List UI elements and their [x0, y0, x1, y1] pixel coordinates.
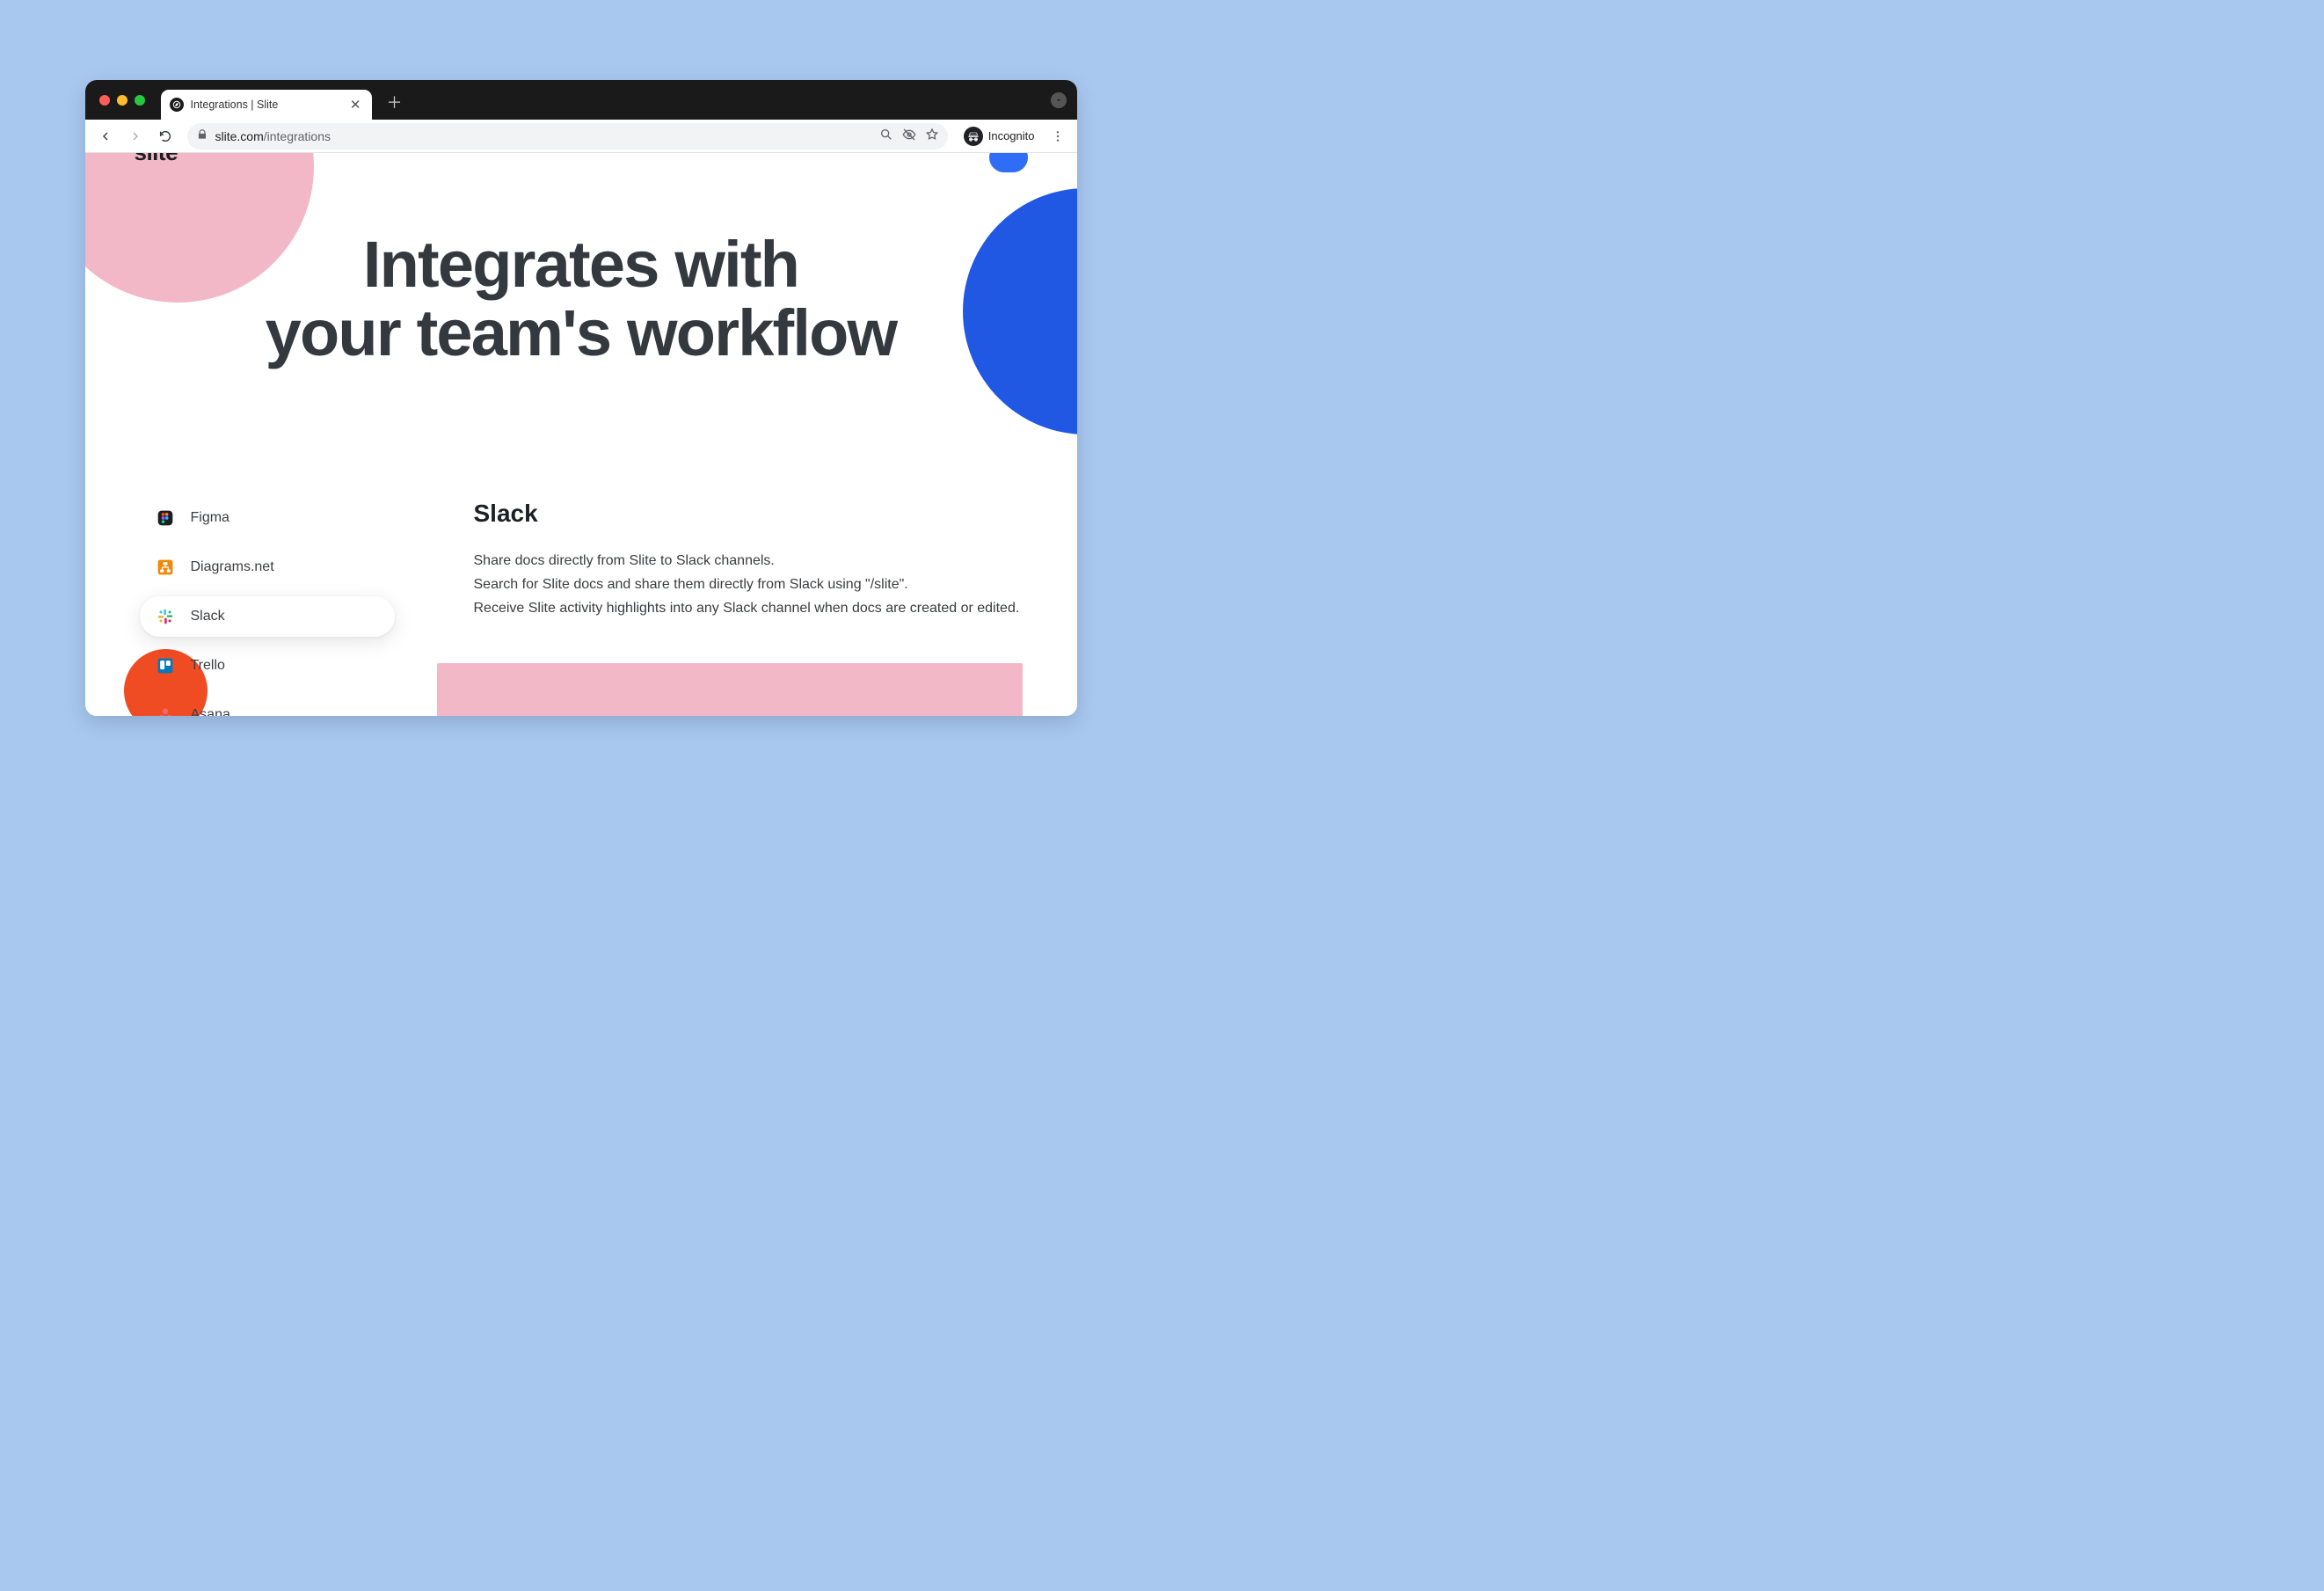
new-tab-button[interactable]: ＋: [384, 91, 405, 113]
page-viewport: slite Integrates with your team's workfl…: [85, 153, 1077, 716]
incognito-indicator[interactable]: Incognito: [957, 123, 1042, 150]
hero-line-1: Integrates with: [363, 228, 798, 301]
integration-label: Asana: [191, 707, 230, 716]
integration-detail-line: Receive Slite activity highlights into a…: [474, 598, 1023, 620]
asana-icon: [156, 705, 175, 716]
compass-icon: [170, 98, 184, 112]
hero-title: Integrates with your team's workflow: [85, 230, 1077, 367]
reload-button[interactable]: [152, 123, 178, 150]
tab-title: Integrations | Slite: [191, 99, 341, 111]
tab-strip: Integrations | Slite ✕ ＋: [85, 80, 1077, 120]
integration-item-asana[interactable]: Asana: [140, 695, 395, 716]
trello-icon: [156, 656, 175, 675]
incognito-icon: [964, 127, 983, 146]
integrations-list: Figma Diagrams.net: [140, 494, 395, 716]
integration-label: Slack: [191, 609, 225, 624]
incognito-label: Incognito: [988, 129, 1035, 142]
window-minimize-button[interactable]: [117, 95, 127, 106]
browser-tab[interactable]: Integrations | Slite ✕: [161, 90, 372, 120]
forward-button[interactable]: [122, 123, 149, 150]
browser-window: Integrations | Slite ✕ ＋: [85, 80, 1077, 716]
site-nav: slite: [85, 153, 1077, 165]
back-button[interactable]: [92, 123, 119, 150]
integration-preview-panel: [437, 663, 1023, 716]
window-close-button[interactable]: [99, 95, 110, 106]
integration-detail-line: Search for Slite docs and share them dir…: [474, 574, 1023, 596]
integration-item-figma[interactable]: Figma: [140, 498, 395, 538]
tracking-blocked-icon[interactable]: [902, 128, 916, 144]
url-text: slite.com/integrations: [215, 129, 872, 143]
integration-item-trello[interactable]: Trello: [140, 646, 395, 686]
hero-line-2: your team's workflow: [266, 296, 897, 369]
figma-icon: [156, 508, 175, 528]
address-bar[interactable]: slite.com/integrations: [187, 123, 948, 150]
diagrams-icon: [156, 558, 175, 577]
bookmark-star-icon[interactable]: [925, 128, 939, 144]
integration-label: Diagrams.net: [191, 559, 274, 575]
integration-detail-line: Share docs directly from Slite to Slack …: [474, 551, 1023, 573]
lock-icon: [196, 128, 208, 143]
window-maximize-button[interactable]: [135, 95, 145, 106]
primary-cta-button[interactable]: [989, 153, 1028, 172]
slack-icon: [156, 607, 175, 626]
tabs-dropdown-button[interactable]: [1051, 92, 1067, 108]
url-host: slite.com: [215, 129, 264, 143]
tab-close-button[interactable]: ✕: [348, 97, 363, 113]
browser-menu-button[interactable]: [1045, 129, 1070, 143]
integration-detail-title: Slack: [474, 500, 1023, 528]
integration-label: Figma: [191, 510, 229, 526]
brand-logo[interactable]: slite: [135, 153, 178, 166]
window-traffic-lights: [99, 95, 145, 106]
integration-label: Trello: [191, 658, 225, 674]
integration-item-diagrams[interactable]: Diagrams.net: [140, 547, 395, 588]
browser-toolbar: slite.com/integrations: [85, 120, 1077, 153]
integration-item-slack[interactable]: Slack: [140, 596, 395, 637]
url-path: /integrations: [264, 129, 331, 143]
zoom-icon[interactable]: [879, 128, 893, 144]
